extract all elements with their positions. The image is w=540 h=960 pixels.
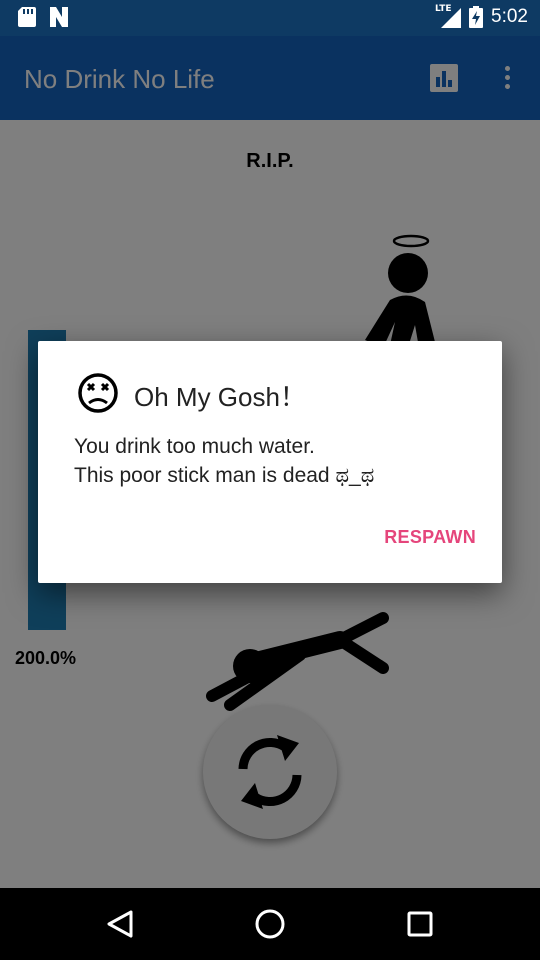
clock: 5:02 [491, 6, 528, 27]
dialog-message-line1: You drink too much water. [74, 435, 315, 458]
dialog-title: Oh My Gosh！ [134, 382, 306, 412]
dizzy-face-icon [78, 373, 118, 413]
navigation-bar [0, 888, 540, 960]
recents-button[interactable] [375, 888, 465, 960]
home-button[interactable] [225, 888, 315, 960]
recents-square-icon [407, 911, 433, 937]
back-button[interactable] [76, 888, 166, 960]
home-circle-icon [255, 909, 285, 939]
dialog-message: You drink too much water. This poor stic… [74, 432, 474, 490]
respawn-button[interactable]: RESPAWN [360, 527, 476, 557]
status-bar: LTE 5:02 [0, 0, 540, 36]
n-logo-icon [50, 7, 68, 27]
back-triangle-icon [107, 910, 133, 938]
dialog-message-line2: This poor stick man is dead ಥ_ಥ [74, 464, 375, 487]
battery-charging-icon [469, 6, 484, 28]
death-dialog: Oh My Gosh！ You drink too much water. Th… [38, 341, 502, 583]
lte-signal-icon: LTE [435, 4, 462, 28]
sd-card-icon [18, 7, 36, 27]
